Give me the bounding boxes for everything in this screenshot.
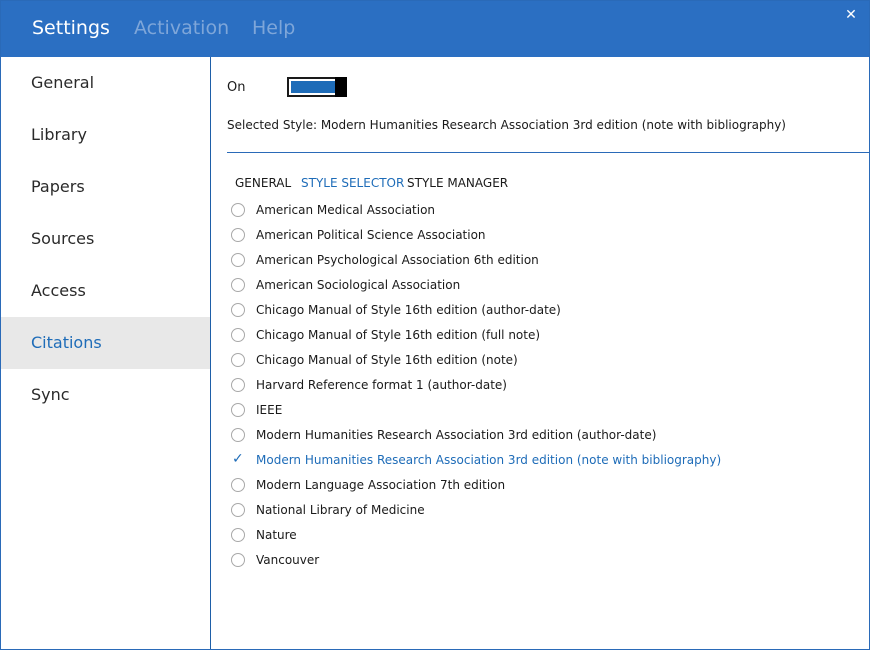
style-label: Chicago Manual of Style 16th edition (au… bbox=[256, 303, 561, 317]
style-option[interactable]: National Library of Medicine bbox=[230, 498, 850, 523]
toggle-label: On bbox=[227, 80, 246, 95]
style-option[interactable]: Harvard Reference format 1 (author-date) bbox=[230, 373, 850, 398]
radio-unchecked-icon[interactable] bbox=[231, 278, 245, 292]
settings-window: Settings Activation Help ✕ General Libra… bbox=[0, 0, 870, 650]
tab-activation[interactable]: Activation bbox=[134, 17, 229, 39]
style-option[interactable]: American Medical Association bbox=[230, 198, 850, 223]
radio-unchecked-icon[interactable] bbox=[231, 328, 245, 342]
toggle-fill bbox=[291, 81, 335, 93]
style-label: American Political Science Association bbox=[256, 228, 486, 242]
radio-unchecked-icon[interactable] bbox=[231, 303, 245, 317]
citations-toggle[interactable] bbox=[287, 77, 347, 97]
sidebar-item-label: Citations bbox=[31, 333, 102, 352]
radio-unchecked-icon[interactable] bbox=[231, 253, 245, 267]
style-label: Modern Humanities Research Association 3… bbox=[256, 453, 722, 467]
citations-panel: On Selected Style: Modern Humanities Res… bbox=[212, 57, 869, 649]
style-label: Modern Humanities Research Association 3… bbox=[256, 428, 657, 442]
style-option[interactable]: Vancouver bbox=[230, 548, 850, 573]
close-button[interactable]: ✕ bbox=[841, 5, 861, 25]
sidebar: General Library Papers Sources Access Ci… bbox=[1, 57, 211, 649]
sidebar-item-general[interactable]: General bbox=[1, 57, 210, 109]
style-label: Modern Language Association 7th edition bbox=[256, 478, 506, 492]
sidebar-item-papers[interactable]: Papers bbox=[1, 161, 210, 213]
sidebar-item-label: Library bbox=[31, 125, 87, 144]
subtab-general[interactable]: GENERAL bbox=[235, 176, 291, 190]
style-option[interactable]: Modern Language Association 7th edition bbox=[230, 473, 850, 498]
subtab-style-manager[interactable]: STYLE MANAGER bbox=[407, 176, 508, 190]
style-label: American Medical Association bbox=[256, 203, 436, 217]
style-label: Chicago Manual of Style 16th edition (no… bbox=[256, 353, 518, 367]
title-bar: Settings Activation Help ✕ bbox=[1, 1, 869, 57]
style-option[interactable]: American Sociological Association bbox=[230, 273, 850, 298]
sidebar-item-citations[interactable]: Citations bbox=[1, 317, 210, 369]
style-label: Chicago Manual of Style 16th edition (fu… bbox=[256, 328, 541, 342]
style-option[interactable]: Modern Humanities Research Association 3… bbox=[230, 423, 850, 448]
selected-style-text: Selected Style: Modern Humanities Resear… bbox=[227, 118, 786, 132]
sidebar-item-label: General bbox=[31, 73, 95, 92]
style-label: American Psychological Association 6th e… bbox=[256, 253, 539, 267]
style-option[interactable]: Chicago Manual of Style 16th edition (no… bbox=[230, 348, 850, 373]
divider bbox=[227, 152, 869, 153]
style-option[interactable]: Chicago Manual of Style 16th edition (fu… bbox=[230, 323, 850, 348]
style-label: Harvard Reference format 1 (author-date) bbox=[256, 378, 507, 392]
radio-unchecked-icon[interactable] bbox=[231, 353, 245, 367]
radio-unchecked-icon[interactable] bbox=[231, 428, 245, 442]
tab-help[interactable]: Help bbox=[252, 17, 295, 39]
style-option[interactable]: IEEE bbox=[230, 398, 850, 423]
style-option-selected[interactable]: ✓ Modern Humanities Research Association… bbox=[230, 448, 850, 473]
radio-unchecked-icon[interactable] bbox=[231, 228, 245, 242]
radio-unchecked-icon[interactable] bbox=[231, 403, 245, 417]
subtab-style-selector[interactable]: STYLE SELECTOR bbox=[301, 176, 404, 190]
close-icon: ✕ bbox=[845, 7, 857, 23]
sidebar-item-label: Papers bbox=[31, 177, 85, 196]
style-label: IEEE bbox=[256, 403, 283, 417]
sidebar-item-library[interactable]: Library bbox=[1, 109, 210, 161]
tab-settings[interactable]: Settings bbox=[32, 17, 110, 39]
radio-unchecked-icon[interactable] bbox=[231, 478, 245, 492]
style-option[interactable]: American Political Science Association bbox=[230, 223, 850, 248]
style-label: Nature bbox=[256, 528, 297, 542]
radio-unchecked-icon[interactable] bbox=[231, 553, 245, 567]
radio-unchecked-icon[interactable] bbox=[231, 203, 245, 217]
radio-unchecked-icon[interactable] bbox=[231, 378, 245, 392]
style-label: Vancouver bbox=[256, 553, 320, 567]
style-option[interactable]: American Psychological Association 6th e… bbox=[230, 248, 850, 273]
toggle-knob[interactable] bbox=[335, 77, 347, 97]
sidebar-item-access[interactable]: Access bbox=[1, 265, 210, 317]
sidebar-item-label: Sync bbox=[31, 385, 70, 404]
sidebar-item-sync[interactable]: Sync bbox=[1, 369, 210, 421]
style-option[interactable]: Chicago Manual of Style 16th edition (au… bbox=[230, 298, 850, 323]
sidebar-item-sources[interactable]: Sources bbox=[1, 213, 210, 265]
style-option[interactable]: Nature bbox=[230, 523, 850, 548]
radio-unchecked-icon[interactable] bbox=[231, 503, 245, 517]
radio-unchecked-icon[interactable] bbox=[231, 528, 245, 542]
checkmark-icon[interactable]: ✓ bbox=[232, 451, 244, 467]
sidebar-item-label: Sources bbox=[31, 229, 95, 248]
style-label: National Library of Medicine bbox=[256, 503, 425, 517]
sidebar-item-label: Access bbox=[31, 281, 86, 300]
style-label: American Sociological Association bbox=[256, 278, 461, 292]
